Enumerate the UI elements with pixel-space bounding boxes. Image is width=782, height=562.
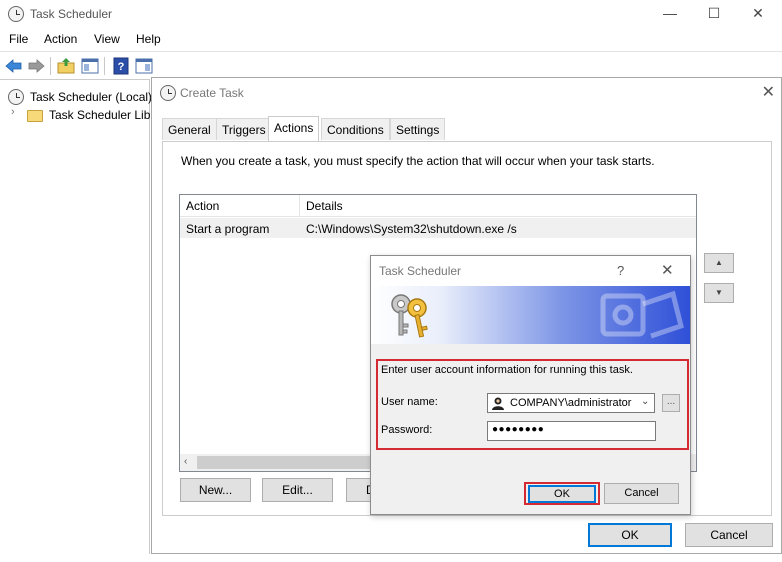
task-scheduler-local-icon	[8, 89, 24, 105]
row-action-cell: Start a program	[186, 222, 270, 236]
create-task-close-button[interactable]: ✕	[762, 82, 775, 102]
menu-help[interactable]: Help	[136, 32, 161, 46]
column-divider[interactable]	[299, 195, 300, 217]
toolbar-separator	[50, 57, 51, 75]
menu-action[interactable]: Action	[44, 32, 77, 46]
user-avatar-icon	[492, 397, 504, 410]
tab-settings[interactable]: Settings	[390, 118, 446, 140]
back-arrow-icon[interactable]	[4, 56, 24, 76]
help-icon[interactable]: ?	[111, 56, 131, 76]
up-folder-icon[interactable]	[56, 56, 76, 76]
create-task-clock-icon	[160, 85, 176, 101]
chevron-down-icon[interactable]: ⌄	[641, 396, 649, 407]
password-label: Password:	[381, 424, 433, 436]
create-task-title: Create Task	[180, 86, 244, 100]
main-titlebar: Task Scheduler — ☐ ✕	[0, 0, 782, 30]
column-header-details[interactable]: Details	[306, 199, 343, 213]
credentials-dialog-title: Task Scheduler	[379, 264, 462, 278]
console-tree-pane: Task Scheduler (Local) › Task Scheduler …	[0, 79, 161, 554]
minimize-button[interactable]: —	[648, 2, 692, 26]
move-up-button[interactable]: ▲	[704, 253, 734, 273]
toolbar: ?	[0, 51, 782, 78]
edit-action-button[interactable]: Edit...	[262, 478, 333, 502]
user-name-value: COMPANY\administrator	[510, 397, 632, 409]
tab-triggers[interactable]: Triggers	[216, 118, 272, 140]
actions-instruction-text: When you create a task, you must specify…	[181, 154, 655, 168]
tab-conditions[interactable]: Conditions	[321, 118, 390, 140]
svg-text:?: ?	[118, 61, 125, 73]
scrollbar-thumb[interactable]	[197, 456, 377, 469]
create-task-cancel-button[interactable]: Cancel	[685, 523, 773, 547]
tree-expand-chevron-icon[interactable]: ›	[11, 106, 15, 118]
folder-icon	[27, 110, 43, 122]
credentials-titlebar: Task Scheduler ? ✕	[371, 256, 690, 286]
close-button[interactable]: ✕	[736, 2, 780, 26]
scroll-left-arrow-icon[interactable]: ‹	[184, 456, 187, 467]
maximize-button[interactable]: ☐	[692, 2, 736, 26]
move-down-button[interactable]: ▼	[704, 283, 734, 303]
toolbar-separator	[104, 57, 105, 75]
menu-view[interactable]: View	[94, 32, 120, 46]
menu-bar: File Action View Help	[0, 30, 782, 50]
show-hide-action-pane-icon[interactable]	[134, 56, 154, 76]
create-task-ok-button[interactable]: OK	[588, 523, 672, 547]
password-value: ●●●●●●●●	[492, 424, 545, 435]
forward-arrow-icon[interactable]	[26, 56, 46, 76]
tab-actions[interactable]: Actions	[268, 116, 320, 142]
password-field[interactable]: ●●●●●●●●	[487, 421, 656, 441]
credentials-cancel-button[interactable]: Cancel	[604, 483, 679, 504]
show-hide-console-tree-icon[interactable]	[80, 56, 100, 76]
keys-icon	[391, 294, 428, 338]
user-name-combobox[interactable]: COMPANY\administrator ⌄	[487, 393, 655, 413]
browse-user-button[interactable]: ...	[662, 394, 680, 412]
tree-item-task-scheduler-local[interactable]: Task Scheduler (Local)	[30, 90, 152, 104]
credentials-ok-button[interactable]: OK	[528, 485, 596, 503]
credentials-close-button[interactable]: ✕	[661, 261, 674, 279]
credentials-dialog: Task Scheduler ? ✕ Enter user account in…	[370, 255, 691, 515]
credentials-prompt-text: Enter user account information for runni…	[381, 364, 633, 376]
row-details-cell: C:\Windows\System32\shutdown.exe /s	[306, 222, 517, 236]
tree-item-task-scheduler-library[interactable]: Task Scheduler Libra	[49, 108, 161, 122]
menu-file[interactable]: File	[9, 32, 28, 46]
help-button[interactable]: ?	[617, 263, 624, 278]
banner-watermark-icon	[600, 290, 684, 339]
credentials-banner	[371, 286, 690, 344]
main-window-title: Task Scheduler	[30, 7, 113, 21]
task-scheduler-clock-icon	[8, 6, 24, 22]
column-header-action[interactable]: Action	[186, 199, 219, 213]
tab-general[interactable]: General	[162, 118, 217, 140]
actions-list-header: Action Details	[180, 195, 696, 217]
table-row[interactable]: Start a program C:\Windows\System32\shut…	[180, 218, 696, 238]
new-action-button[interactable]: New...	[180, 478, 251, 502]
user-name-label: User name:	[381, 396, 438, 408]
